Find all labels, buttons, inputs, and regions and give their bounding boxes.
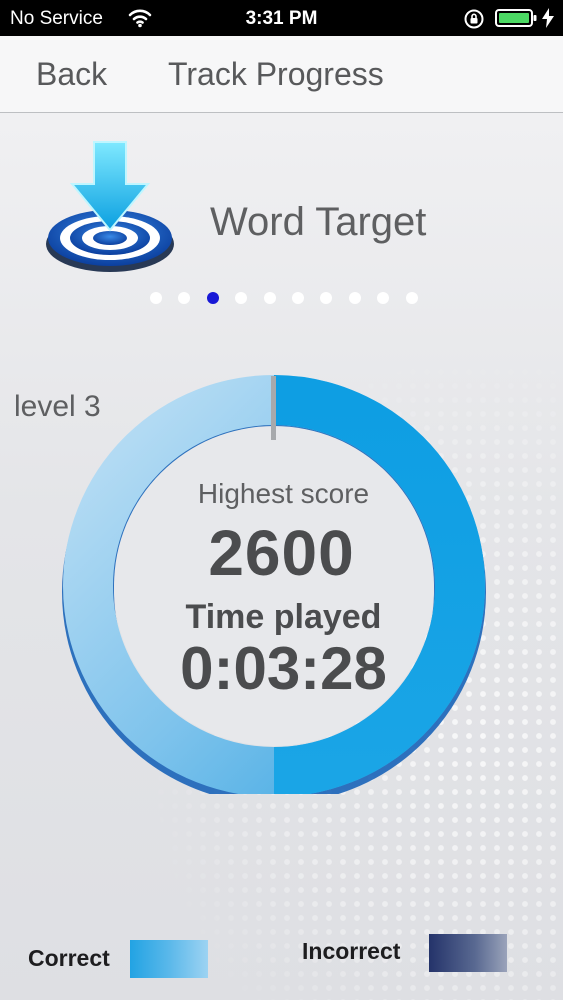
legend-correct-label: Correct <box>28 945 110 971</box>
legend-incorrect-label: Incorrect <box>302 938 401 964</box>
nav-bar: Back Track Progress <box>0 36 563 113</box>
page-dot-8[interactable] <box>348 292 361 304</box>
page-dot-2[interactable] <box>178 292 191 304</box>
rotation-lock-icon <box>464 9 484 29</box>
page-dot-9[interactable] <box>377 292 390 304</box>
page-dot-4[interactable] <box>235 292 248 304</box>
time-played-value: 0:03:28 <box>180 635 387 702</box>
time-played-label: Time played <box>185 598 382 636</box>
page-title: Track Progress <box>168 56 384 92</box>
page-dot-10[interactable] <box>405 292 418 304</box>
target-arrow-icon <box>46 141 174 272</box>
highest-score-value: 2600 <box>208 517 355 589</box>
page-dot-5[interactable] <box>263 292 276 304</box>
status-bar: No Service 3:31 PM <box>0 0 563 36</box>
highest-score-label: Highest score <box>197 478 370 509</box>
ring-start-marker <box>271 376 276 440</box>
game-title: Word Target <box>210 200 427 244</box>
page-indicator[interactable] <box>150 292 418 304</box>
page-dot-1[interactable] <box>150 292 162 304</box>
back-button[interactable]: Back <box>36 56 107 93</box>
page-dot-6[interactable] <box>292 292 304 304</box>
page-dot-3[interactable] <box>206 292 219 304</box>
battery-icon <box>495 9 537 27</box>
legend-correct-swatch <box>130 940 208 978</box>
charging-bolt-icon <box>542 8 554 28</box>
page-dot-7[interactable] <box>320 292 333 304</box>
legend-incorrect-swatch <box>429 934 507 972</box>
